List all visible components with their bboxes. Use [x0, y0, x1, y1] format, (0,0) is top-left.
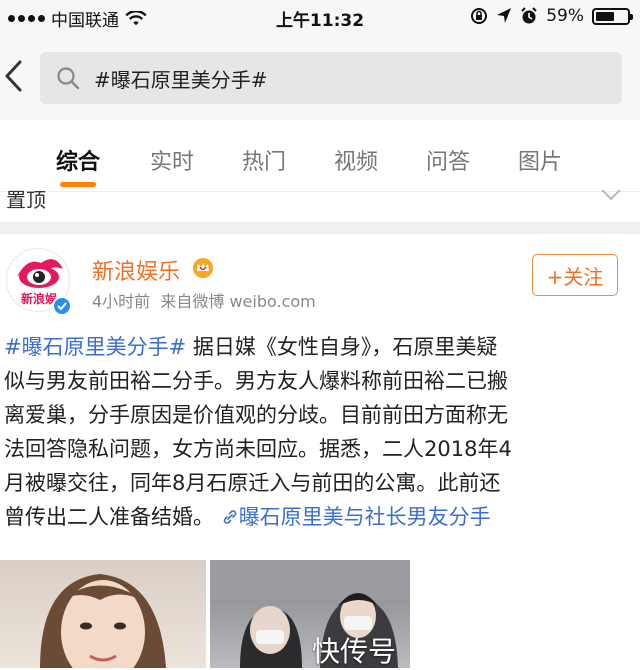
tab-video[interactable]: 视频 [332, 120, 380, 191]
post-link[interactable]: 曝石原里美与社长男友分手 [221, 505, 491, 529]
post-body: #曝石原里美分手# 据日媒《女性自身》，石原里美疑 似与男友前田裕二分手。男方友… [4, 330, 634, 534]
tab-bar: 综合 实时 热门 视频 问答 图片 [0, 120, 640, 192]
crown-icon [193, 258, 213, 278]
post-line-1: #曝石原里美分手# 据日媒《女性自身》，石原里美疑 [4, 335, 498, 359]
post-hashtag[interactable]: #曝石原里美分手# [4, 335, 186, 359]
post-meta: 4小时前 来自微博 weibo.com [92, 288, 316, 312]
verified-icon [52, 296, 72, 316]
alarm-icon [521, 7, 537, 24]
post-line-6: 曾传出二人准备结婚。 曝石原里美与社长男友分手 [4, 505, 491, 529]
search-header [0, 34, 640, 120]
back-icon[interactable] [2, 58, 28, 94]
search-icon [57, 67, 80, 90]
tab-images[interactable]: 图片 [516, 120, 564, 191]
watermark-text: 快传号 [312, 635, 397, 668]
post-line-5: 月被曝交往，同年8月石原迁入与前田的公寓。此前还 [4, 471, 501, 495]
tab-comprehensive[interactable]: 综合 [56, 120, 100, 191]
battery-icon [592, 7, 633, 25]
pinned-row[interactable]: 置顶 [0, 188, 640, 218]
battery-percent: 59% [546, 6, 584, 26]
tab-hot[interactable]: 热门 [240, 120, 288, 191]
post-line-2: 似与男友前田裕二分手。男方友人爆料称前田裕二已搬 [4, 369, 508, 393]
post-source: 来自微博 weibo.com [160, 292, 316, 311]
follow-button[interactable]: +关注 [532, 254, 618, 296]
post-author[interactable]: 新浪娱乐 [92, 254, 180, 286]
post-line-4: 法回答隐私问题，女方尚未回应。据悉，二人2018年4 [4, 437, 512, 461]
status-bar: 中国联通 上午11:32 59% [0, 0, 640, 34]
location-icon [497, 8, 512, 23]
chevron-down-icon[interactable] [600, 188, 622, 202]
battery-fill [596, 11, 614, 21]
search-box[interactable] [40, 52, 622, 104]
link-icon [223, 510, 236, 524]
post-line-3: 离爱巢，分手原因是价值观的分歧。目前前田方面称无 [4, 403, 508, 427]
tab-qa[interactable]: 问答 [424, 120, 472, 191]
lock-rotation-icon [471, 8, 488, 24]
pinned-label: 置顶 [6, 188, 46, 212]
tab-realtime[interactable]: 实时 [148, 120, 196, 191]
post-image-1[interactable] [0, 560, 206, 668]
status-right: 59% [470, 6, 633, 26]
search-input[interactable] [94, 66, 614, 90]
post-time: 4小时前 [92, 292, 151, 311]
section-divider [0, 222, 640, 234]
